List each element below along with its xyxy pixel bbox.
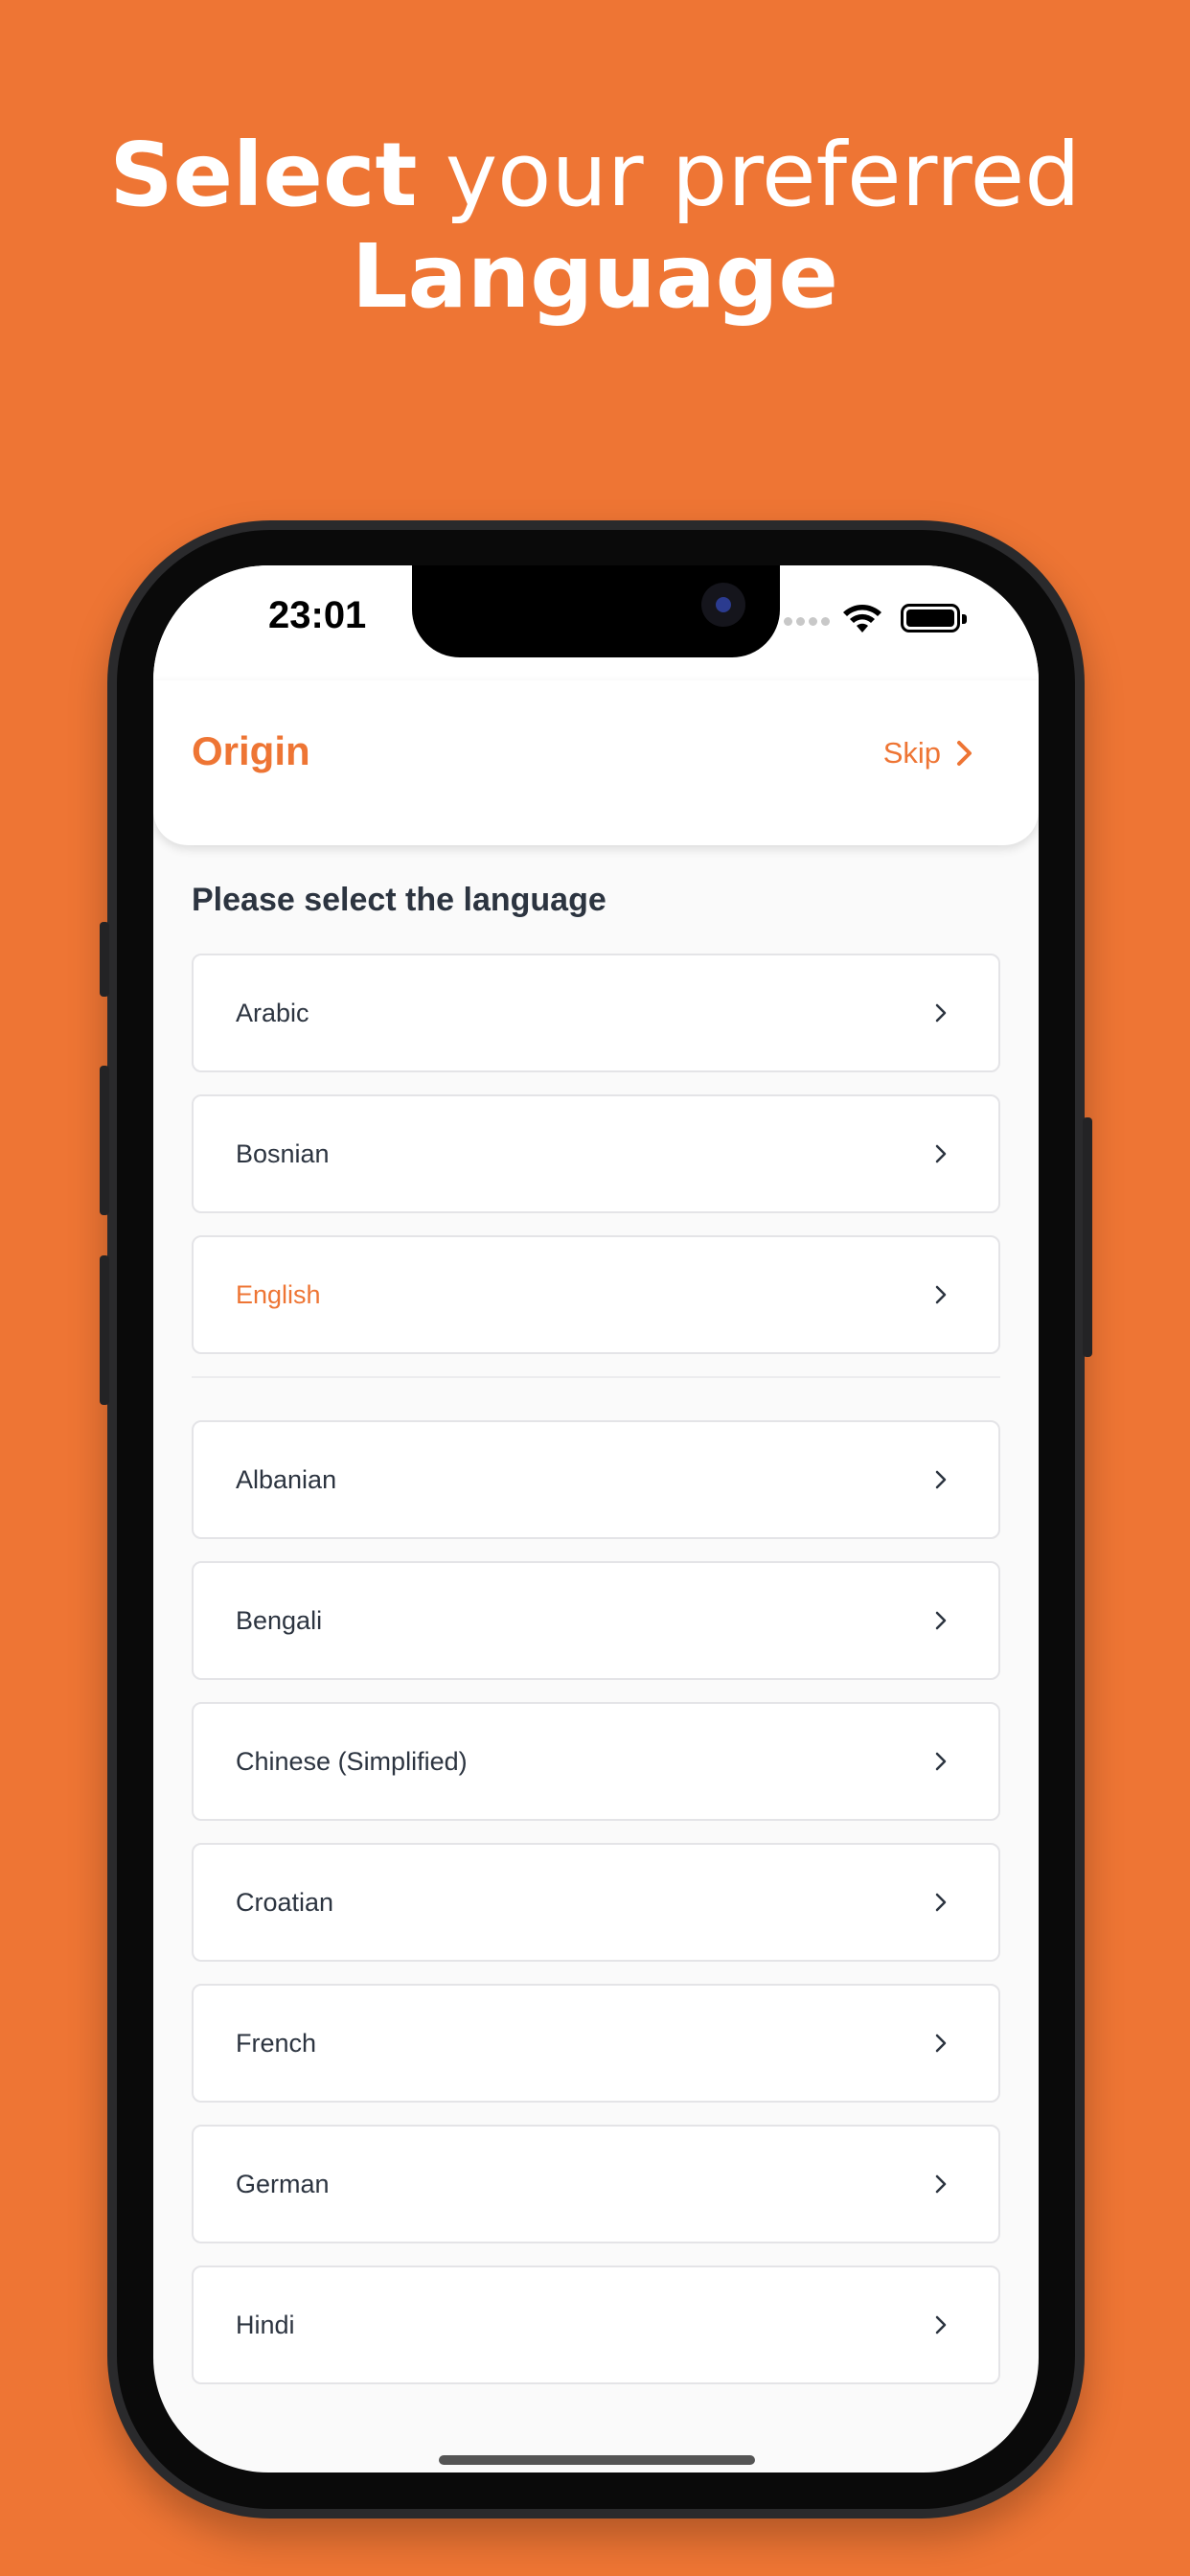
language-item-german[interactable]: German [192, 2125, 1000, 2243]
language-label: Arabic [236, 998, 309, 1027]
skip-label: Skip [882, 736, 941, 770]
wifi-icon [843, 605, 881, 632]
phone-volume-up-button [100, 1066, 109, 1215]
brand-title: Origin [192, 728, 310, 773]
skip-button[interactable]: Skip [883, 736, 975, 770]
headline-line-1: Select your preferred [0, 125, 1190, 226]
language-prompt: Please select the language [192, 882, 606, 918]
chevron-right-icon [935, 1285, 947, 1304]
chevron-right-icon [935, 1470, 947, 1489]
language-list-container: Please select the language Arabic Bosnia… [192, 882, 1000, 2406]
language-label: French [236, 2028, 317, 2058]
chevron-right-icon [935, 1893, 947, 1912]
language-item-albanian[interactable]: Albanian [192, 1420, 1000, 1539]
cellular-signal-icon [784, 617, 830, 626]
chevron-right-icon [935, 2315, 947, 2334]
home-indicator[interactable] [439, 2455, 755, 2465]
phone-volume-down-button [100, 1255, 109, 1405]
phone-silent-switch [100, 922, 109, 997]
language-label: Bengali [236, 1605, 323, 1635]
language-label: Bosnian [236, 1138, 330, 1168]
language-label: Hindi [236, 2310, 295, 2339]
headline-line-2: Language [352, 225, 838, 328]
chevron-right-icon [935, 2034, 947, 2053]
language-item-hindi[interactable]: Hindi [192, 2266, 1000, 2384]
language-item-chinese-simplified[interactable]: Chinese (Simplified) [192, 1702, 1000, 1821]
language-label: German [236, 2169, 330, 2198]
headline-light-text: your preferred [417, 124, 1081, 226]
status-time: 23:01 [268, 594, 367, 636]
section-divider [192, 1376, 1000, 1378]
language-label: Albanian [236, 1464, 337, 1494]
notch [412, 565, 780, 657]
chevron-right-icon [935, 2174, 947, 2194]
chevron-right-icon [935, 1752, 947, 1771]
front-camera-icon [701, 583, 745, 627]
language-item-english[interactable]: English [192, 1235, 1000, 1354]
battery-icon [901, 604, 967, 632]
chevron-right-icon [935, 1144, 947, 1163]
promo-headline: Select your preferred Language [0, 125, 1190, 328]
phone-power-button [1083, 1117, 1092, 1357]
headline-strong-word: Select [109, 124, 418, 226]
chevron-right-icon [935, 1611, 947, 1630]
chevron-right-icon [935, 1003, 947, 1023]
language-label: Croatian [236, 1887, 334, 1917]
language-item-bosnian[interactable]: Bosnian [192, 1094, 1000, 1213]
language-item-arabic[interactable]: Arabic [192, 954, 1000, 1072]
status-bar: 23:01 [153, 565, 1039, 680]
language-item-french[interactable]: French [192, 1984, 1000, 2103]
app-bar: Origin Skip [153, 680, 1039, 845]
language-label: Chinese (Simplified) [236, 1746, 468, 1776]
chevron-right-icon [957, 741, 972, 766]
language-label: English [236, 1279, 321, 1309]
phone-screen: 23:01 Origin Skip Please select the lang… [153, 565, 1039, 2472]
language-item-bengali[interactable]: Bengali [192, 1561, 1000, 1680]
language-item-croatian[interactable]: Croatian [192, 1843, 1000, 1962]
